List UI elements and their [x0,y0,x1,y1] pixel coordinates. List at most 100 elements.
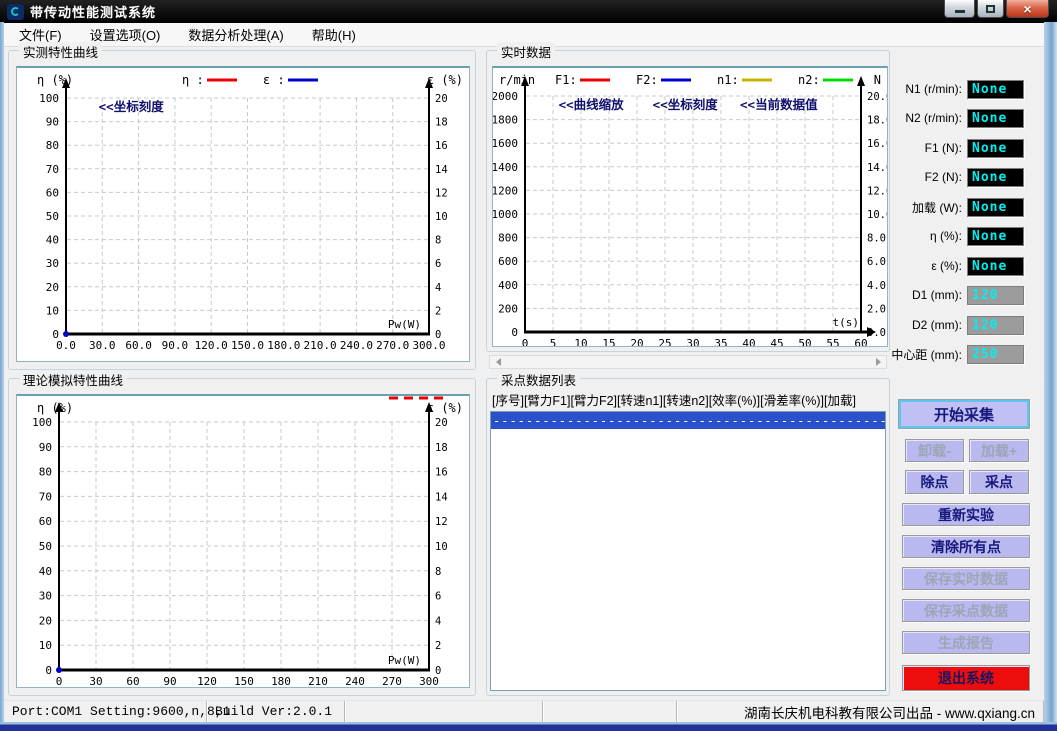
readout-load-value: None [967,198,1024,217]
save-realtime-button[interactable]: 保存实时数据 [902,567,1030,590]
svg-text:n1:: n1: [717,73,739,87]
svg-text:<<当前数据值: <<当前数据值 [740,97,818,112]
realtime-hscrollbar[interactable] [489,355,887,369]
scroll-left-icon[interactable] [490,356,506,368]
menu-analysis[interactable]: 数据分析处理(A) [175,22,296,47]
svg-text:0: 0 [56,675,63,688]
app-icon [7,4,24,20]
readout-center-distance: 中心距 (mm):250 [874,344,1024,364]
svg-text:20: 20 [630,337,643,347]
svg-text:60: 60 [46,186,59,199]
close-button[interactable]: × [1006,0,1049,18]
svg-text:60: 60 [854,337,867,347]
svg-text:10: 10 [435,541,448,553]
readout-n1-value: None [967,80,1024,99]
remove-point-button[interactable]: 除点 [905,470,964,494]
readout-f1-value: None [967,139,1024,158]
maximize-icon [986,5,995,13]
readout-f2: F2 (N):None [874,167,1024,187]
measured-curve-chart[interactable]: 1009080706050403020100201816141210864200… [16,66,470,362]
svg-text:240.0: 240.0 [340,339,373,352]
svg-text:6: 6 [435,591,441,603]
save-points-button[interactable]: 保存采点数据 [902,599,1030,622]
svg-text:210.0: 210.0 [304,339,337,352]
svg-text:5: 5 [550,337,557,347]
svg-text:25: 25 [658,337,671,347]
svg-text:800: 800 [498,232,518,245]
svg-text:8: 8 [435,566,441,578]
statusbar-spacer-2 [543,701,677,722]
clear-all-points-button[interactable]: 清除所有点 [902,535,1030,558]
svg-text:50: 50 [798,337,811,347]
svg-text:60: 60 [126,675,139,688]
group-capture-caption: 采点数据列表 [497,370,580,389]
svg-text:14: 14 [435,491,448,503]
statusbar-spacer-1 [345,701,543,722]
start-capture-button[interactable]: 开始采集 [898,399,1030,429]
svg-text:30.0: 30.0 [89,339,116,352]
load-button[interactable]: 加载+ [969,439,1029,462]
svg-text:2: 2 [435,305,441,317]
generate-report-button[interactable]: 生成报告 [902,631,1030,654]
svg-text:30: 30 [686,337,699,347]
minimize-icon [955,10,965,13]
capture-list-row-selected[interactable]: ----------------------------------------… [491,412,885,429]
readout-n1: N1 (r/min):None [874,79,1024,99]
svg-text:6: 6 [435,258,441,270]
menu-help[interactable]: 帮助(H) [299,22,369,47]
svg-text:90.0: 90.0 [162,339,189,352]
minimize-button[interactable] [944,0,975,18]
svg-text:90: 90 [39,441,52,454]
svg-text:100: 100 [39,92,59,105]
svg-text:300: 300 [419,675,439,688]
svg-text:180.0: 180.0 [267,339,300,352]
svg-text:90: 90 [46,116,59,129]
realtime-data-chart[interactable]: 200018001600140012001000800600400200020.… [492,66,888,347]
svg-text:60.0: 60.0 [125,339,152,352]
svg-text:η :: η : [182,73,204,87]
svg-text:70: 70 [46,163,59,176]
exit-system-button[interactable]: 退出系统 [902,665,1030,691]
unload-button[interactable]: 卸载- [905,439,964,462]
readout-eta-value: None [967,227,1024,246]
group-realtime-caption: 实时数据 [497,42,555,61]
svg-text:4: 4 [435,282,441,294]
app-window: 带传动性能测试系统 × 文件(F) 设置选项(O) 数据分析处理(A) 帮助(H… [0,0,1057,731]
restart-experiment-button[interactable]: 重新实验 [902,503,1030,526]
svg-text:0.0: 0.0 [56,339,76,352]
svg-text:14: 14 [435,164,448,176]
svg-text:16: 16 [435,140,448,152]
readout-epsilon: ε (%):None [874,256,1024,276]
svg-text:1800: 1800 [492,114,518,127]
svg-text:0: 0 [45,664,52,677]
readout-n2-value: None [967,109,1024,128]
svg-text:F2:: F2: [636,73,658,87]
svg-text:60: 60 [39,515,52,528]
maximize-button[interactable] [977,0,1004,18]
sample-point-button[interactable]: 采点 [969,470,1029,494]
svg-text:50: 50 [39,540,52,553]
svg-text:15: 15 [602,337,615,347]
readout-epsilon-value: None [967,257,1024,276]
svg-text:<<曲线缩放: <<曲线缩放 [559,97,625,112]
window-frame-right [1044,22,1057,731]
svg-text:Pw(W): Pw(W) [388,318,421,331]
svg-text:180: 180 [271,675,291,688]
theory-curve-chart[interactable]: 1009080706050403020100201816141210864200… [16,394,470,688]
capture-list[interactable]: ----------------------------------------… [490,411,886,691]
svg-text:ε (%): ε (%) [427,73,463,87]
window-frame-left [0,22,4,731]
svg-text:η (%): η (%) [37,401,73,415]
svg-text:r/min: r/min [499,73,535,87]
svg-text:t(s): t(s) [833,316,860,329]
svg-text:16: 16 [435,467,448,479]
readout-eta: η (%):None [874,226,1024,246]
svg-text:210: 210 [308,675,328,688]
svg-text:30: 30 [46,257,59,270]
svg-text:40: 40 [39,565,52,578]
readout-d1: D1 (mm):120 [874,285,1024,305]
readout-f1: F1 (N):None [874,138,1024,158]
svg-text:18: 18 [435,442,448,454]
svg-text:10: 10 [574,337,587,347]
close-icon: × [1023,2,1031,16]
